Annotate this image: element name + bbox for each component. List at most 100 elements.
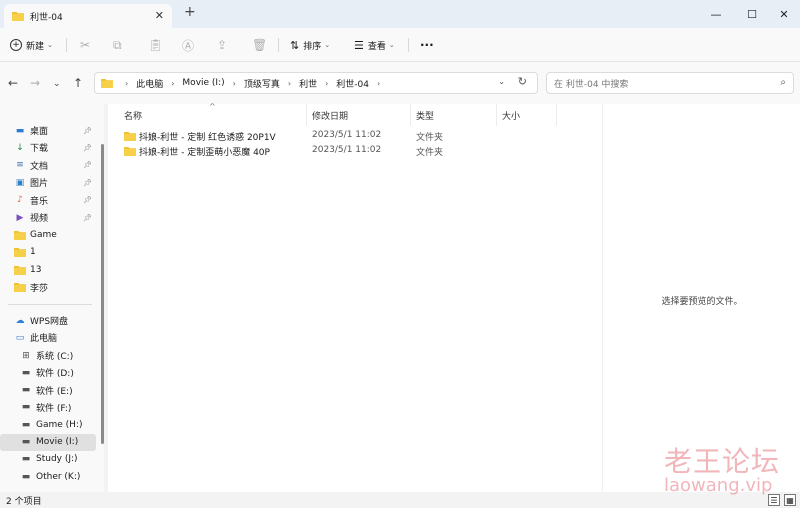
up-arrow-icon[interactable]: ↑ (73, 76, 83, 90)
sidebar-item[interactable]: ▶ 视频 📌︎ (0, 209, 96, 226)
breadcrumb-lishi-04[interactable]: 利世-04 (336, 77, 369, 90)
address-dropdown-icon[interactable]: ⌄ (498, 77, 505, 86)
picture-icon: ▣ (15, 177, 25, 188)
view-button[interactable]: ☰ 查看 ⌄ (354, 36, 395, 54)
sidebar-item[interactable]: Game (0, 226, 96, 243)
sidebar-item-label: Study (J:) (36, 454, 78, 465)
search-icon[interactable]: ⌕ (780, 77, 786, 88)
close-tab-icon[interactable]: ✕ (155, 9, 164, 22)
sidebar-item-label: 文档 (30, 161, 49, 172)
close-window-button[interactable]: ✕ (764, 0, 800, 28)
tab-current[interactable]: 利世-04 ✕ (4, 4, 172, 28)
sort-label: 排序 (303, 41, 322, 52)
new-tab-button[interactable]: + (184, 4, 196, 20)
toolbar-divider (408, 38, 409, 52)
file-type: 文件夹 (416, 148, 444, 158)
minimize-button[interactable]: — (696, 0, 736, 28)
table-row[interactable]: 抖娘-利世 - 定制歪萌小恶魔 40P 2023/5/1 11:02 文件夹 (108, 144, 602, 159)
breadcrumb-chevron-icon[interactable]: › (171, 79, 174, 88)
column-divider[interactable] (496, 104, 497, 126)
breadcrumb-chevron-icon[interactable]: › (125, 79, 128, 88)
sidebar-item[interactable]: ▬ 桌面 📌︎ (0, 122, 96, 139)
download-icon: ↓ (16, 142, 24, 153)
sidebar-item[interactable]: ▬ 软件 (F:) (0, 399, 96, 416)
sidebar-item[interactable]: ↓ 下载 📌︎ (0, 139, 96, 156)
sort-button[interactable]: ⇅ 排序 ⌄ (290, 36, 330, 54)
share-icon[interactable]: ⇪ (217, 36, 227, 54)
chevron-down-icon: ⌄ (47, 41, 53, 49)
sidebar-item[interactable]: 1 (0, 244, 96, 261)
cut-icon[interactable]: ✂ (80, 36, 90, 54)
sidebar-item[interactable]: ☁ WPS网盘 (0, 312, 96, 329)
breadcrumb-top-photos[interactable]: 顶级写真 (244, 77, 280, 90)
sidebar-item[interactable]: ▬ Movie (I:) (0, 433, 96, 451)
sidebar-item[interactable]: ▬ Other (K:) (0, 468, 96, 485)
delete-icon[interactable]: 🗑︎ (252, 36, 267, 54)
breadcrumb-movie-drive[interactable]: Movie (I:) (182, 78, 224, 88)
video-icon: ▶ (16, 212, 24, 223)
new-button[interactable]: + 新建 ⌄ (10, 36, 53, 54)
sidebar-item-label: 音乐 (30, 196, 49, 207)
pin-icon: 📌︎ (83, 143, 92, 152)
column-header-name[interactable]: 名称 (124, 104, 142, 126)
sidebar-item-label: 13 (30, 264, 42, 275)
column-header-modified[interactable]: 修改日期 (312, 104, 348, 126)
drive-icon: ▬ (21, 367, 31, 378)
drive-icon: ▬ (21, 471, 31, 482)
breadcrumb-this-pc[interactable]: 此电脑 (136, 77, 163, 90)
paste-icon[interactable]: 📋︎ (148, 36, 163, 54)
drive-icon: ▬ (21, 402, 31, 413)
computer-icon: ▭ (15, 332, 25, 343)
drive-icon: ▬ (21, 454, 31, 465)
sidebar-item[interactable]: ▬ Game (H:) (0, 416, 96, 433)
file-name: 抖娘-利世 - 定制歪萌小恶魔 40P (139, 148, 270, 158)
recent-locations-chevron-icon[interactable]: ⌄ (53, 79, 61, 89)
folder-icon (101, 79, 113, 88)
cloud-icon: ☁ (15, 315, 25, 326)
sidebar-item[interactable]: ▣ 图片 📌︎ (0, 174, 96, 191)
sidebar-item-label: 下载 (30, 144, 49, 155)
copy-icon[interactable]: ⧉ (113, 36, 122, 54)
sidebar-item[interactable]: 李莎 (0, 279, 96, 296)
sidebar-item[interactable]: ⊞ 系统 (C:) (0, 347, 96, 364)
breadcrumb-chevron-icon[interactable]: › (288, 79, 291, 88)
sidebar-item-label: 软件 (D:) (36, 369, 74, 380)
breadcrumb-chevron-icon[interactable]: › (325, 79, 328, 88)
large-icons-view-icon[interactable]: ▦ (784, 494, 796, 506)
refresh-icon[interactable]: ↻ (518, 75, 527, 88)
search-placeholder: 在 利世-04 中搜索 (554, 79, 629, 90)
forward-arrow-icon[interactable]: → (30, 76, 40, 90)
sidebar-item[interactable]: ♪ 音乐 📌︎ (0, 192, 96, 209)
sidebar-item[interactable]: ▭ 此电脑 (0, 329, 96, 346)
sidebar-item[interactable]: ▬ Study (J:) (0, 451, 96, 468)
breadcrumb-chevron-icon[interactable]: › (233, 79, 236, 88)
toolbar-divider (66, 38, 67, 52)
back-arrow-icon[interactable]: ← (8, 76, 18, 90)
file-modified: 2023/5/1 11:02 (312, 130, 382, 140)
sidebar-item[interactable]: 13 (0, 261, 96, 278)
column-divider[interactable] (556, 104, 557, 126)
breadcrumb-chevron-icon[interactable]: › (377, 79, 380, 88)
sidebar-item-label: 视频 (30, 214, 49, 224)
column-header-size[interactable]: 大小 (502, 104, 520, 126)
sidebar-scrollbar[interactable] (101, 144, 104, 444)
music-icon: ♪ (17, 195, 23, 206)
sidebar-item[interactable]: ▬ 软件 (D:) (0, 364, 96, 381)
address-bar[interactable]: › 此电脑 › Movie (I:) › 顶级写真 › 利世 › 利世-04 ›… (94, 72, 538, 94)
column-divider[interactable] (306, 104, 307, 126)
sidebar-divider (8, 304, 92, 305)
table-row[interactable]: 抖娘-利世 - 定制 红色诱惑 20P1V 2023/5/1 11:02 文件夹 (108, 129, 602, 144)
sidebar-item[interactable]: ≡ 文档 📌︎ (0, 157, 96, 174)
preview-message: 选择要预览的文件。 (661, 297, 743, 307)
search-input[interactable]: 在 利世-04 中搜索 ⌕ (546, 72, 794, 94)
sidebar-item[interactable]: ▬ 软件 (E:) (0, 382, 96, 399)
rename-icon[interactable]: Ⓐ (182, 36, 194, 54)
breadcrumb-lishi[interactable]: 利世 (299, 77, 317, 90)
more-options-icon[interactable]: ··· (420, 36, 434, 54)
file-name: 抖娘-利世 - 定制 红色诱惑 20P1V (139, 133, 276, 143)
folder-icon (14, 282, 26, 293)
column-header-type[interactable]: 类型 (416, 104, 434, 126)
item-count: 2 个项目 (6, 497, 42, 507)
column-divider[interactable] (410, 104, 411, 126)
sidebar-item-label: 李莎 (30, 283, 49, 294)
